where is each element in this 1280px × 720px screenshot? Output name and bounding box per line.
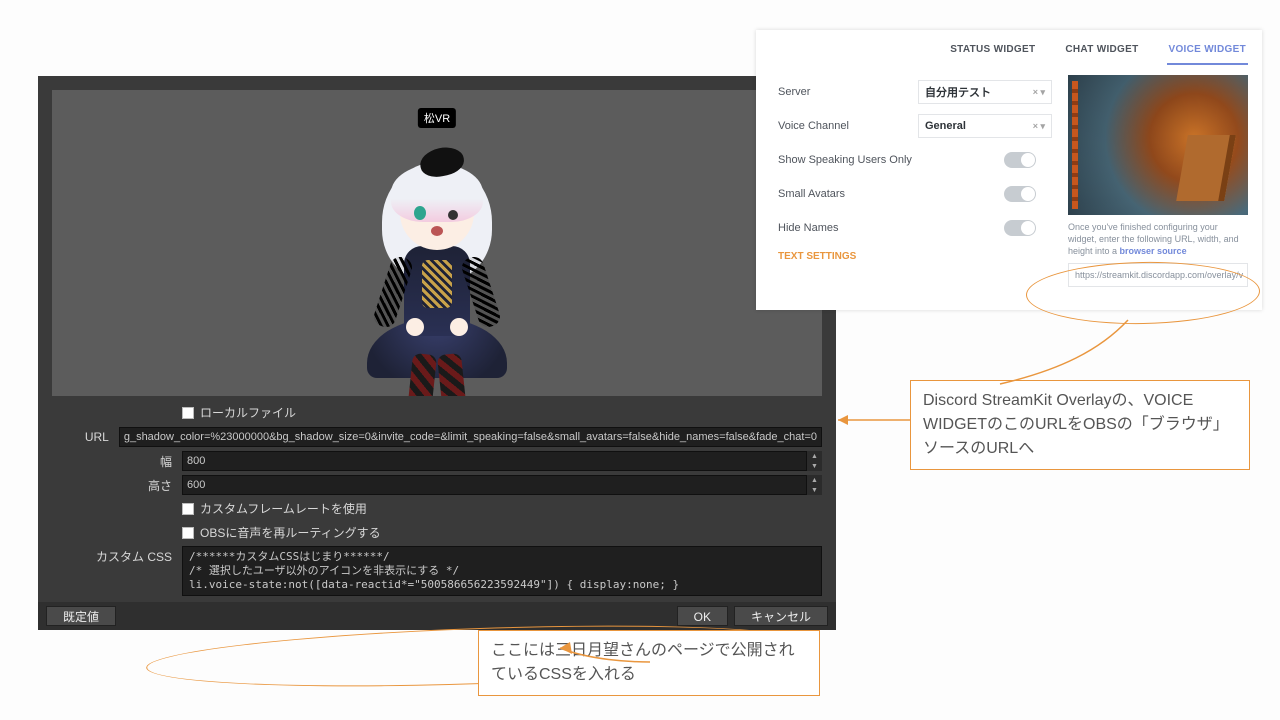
defaults-button[interactable]: 既定値 [46,606,116,626]
small-avatars-label: Small Avatars [778,188,918,200]
text-settings-heading[interactable]: TEXT SETTINGS [778,251,1054,262]
obs-browser-source-dialog: 松VR ローカルファイル URL [38,76,836,630]
server-label: Server [778,86,918,98]
checkbox-icon [182,527,194,539]
custom-fps-label: カスタムフレームレートを使用 [200,500,367,517]
obs-dialog-button-bar: 既定値 OK キャンセル [38,602,836,630]
streamkit-tabs: STATUS WIDGET CHAT WIDGET VOICE WIDGET [778,40,1248,65]
width-stepper[interactable]: ▲▼ [806,451,822,471]
streamkit-result-url[interactable]: https://streamkit.discordapp.com/overlay… [1068,263,1248,287]
tab-chat-widget[interactable]: CHAT WIDGET [1063,40,1140,65]
height-stepper[interactable]: ▲▼ [806,475,822,495]
checkbox-icon [182,407,194,419]
obs-form: ローカルファイル URL g_shadow_color=%23000000&bg… [52,402,822,598]
streamkit-preview-image [1068,75,1248,215]
chevron-down-icon: × ▾ [1033,87,1045,98]
width-input[interactable]: 800 [182,451,822,471]
show-speaking-toggle[interactable] [1004,152,1036,168]
show-speaking-label: Show Speaking Users Only [778,154,918,166]
width-row-label: 幅 [52,453,182,470]
height-input[interactable]: 600 [182,475,822,495]
height-row-label: 高さ [52,477,182,494]
voice-channel-select[interactable]: General × ▾ [918,114,1052,138]
hide-names-label: Hide Names [778,222,918,234]
voice-channel-select-value: General [925,120,966,132]
obs-preview-area: 松VR [52,90,822,396]
checkbox-icon [182,503,194,515]
server-select[interactable]: 自分用テスト × ▾ [918,80,1052,104]
preview-avatar [352,118,522,396]
custom-css-textarea[interactable]: /******カスタムCSSはじまり******/ /* 選択したユーザ以外のア… [182,546,822,596]
url-row-label: URL [52,430,119,444]
ok-button[interactable]: OK [677,606,728,626]
tab-voice-widget[interactable]: VOICE WIDGET [1167,40,1249,65]
hide-names-toggle[interactable] [1004,220,1036,236]
callout-url: Discord StreamKit Overlayの、VOICE WIDGETの… [910,380,1250,470]
reroute-audio-label: OBSに音声を再ルーティングする [200,524,381,541]
server-select-value: 自分用テスト [925,84,991,100]
local-file-checkbox[interactable]: ローカルファイル [182,404,296,421]
voice-channel-label: Voice Channel [778,120,918,132]
local-file-label: ローカルファイル [200,404,296,421]
chevron-down-icon: × ▾ [1033,121,1045,132]
tab-status-widget[interactable]: STATUS WIDGET [948,40,1037,65]
streamkit-note: Once you've finished configuring your wi… [1068,221,1248,257]
small-avatars-toggle[interactable] [1004,186,1036,202]
custom-css-row-label: カスタム CSS [52,546,182,565]
streamkit-panel: STATUS WIDGET CHAT WIDGET VOICE WIDGET S… [756,30,1262,310]
cancel-button[interactable]: キャンセル [734,606,828,626]
callout-css: ここには三日月望さんのページで公開されているCSSを入れる [478,630,820,696]
url-input[interactable]: g_shadow_color=%23000000&bg_shadow_size=… [119,427,822,447]
custom-fps-checkbox[interactable]: カスタムフレームレートを使用 [182,500,367,517]
reroute-audio-checkbox[interactable]: OBSに音声を再ルーティングする [182,524,381,541]
